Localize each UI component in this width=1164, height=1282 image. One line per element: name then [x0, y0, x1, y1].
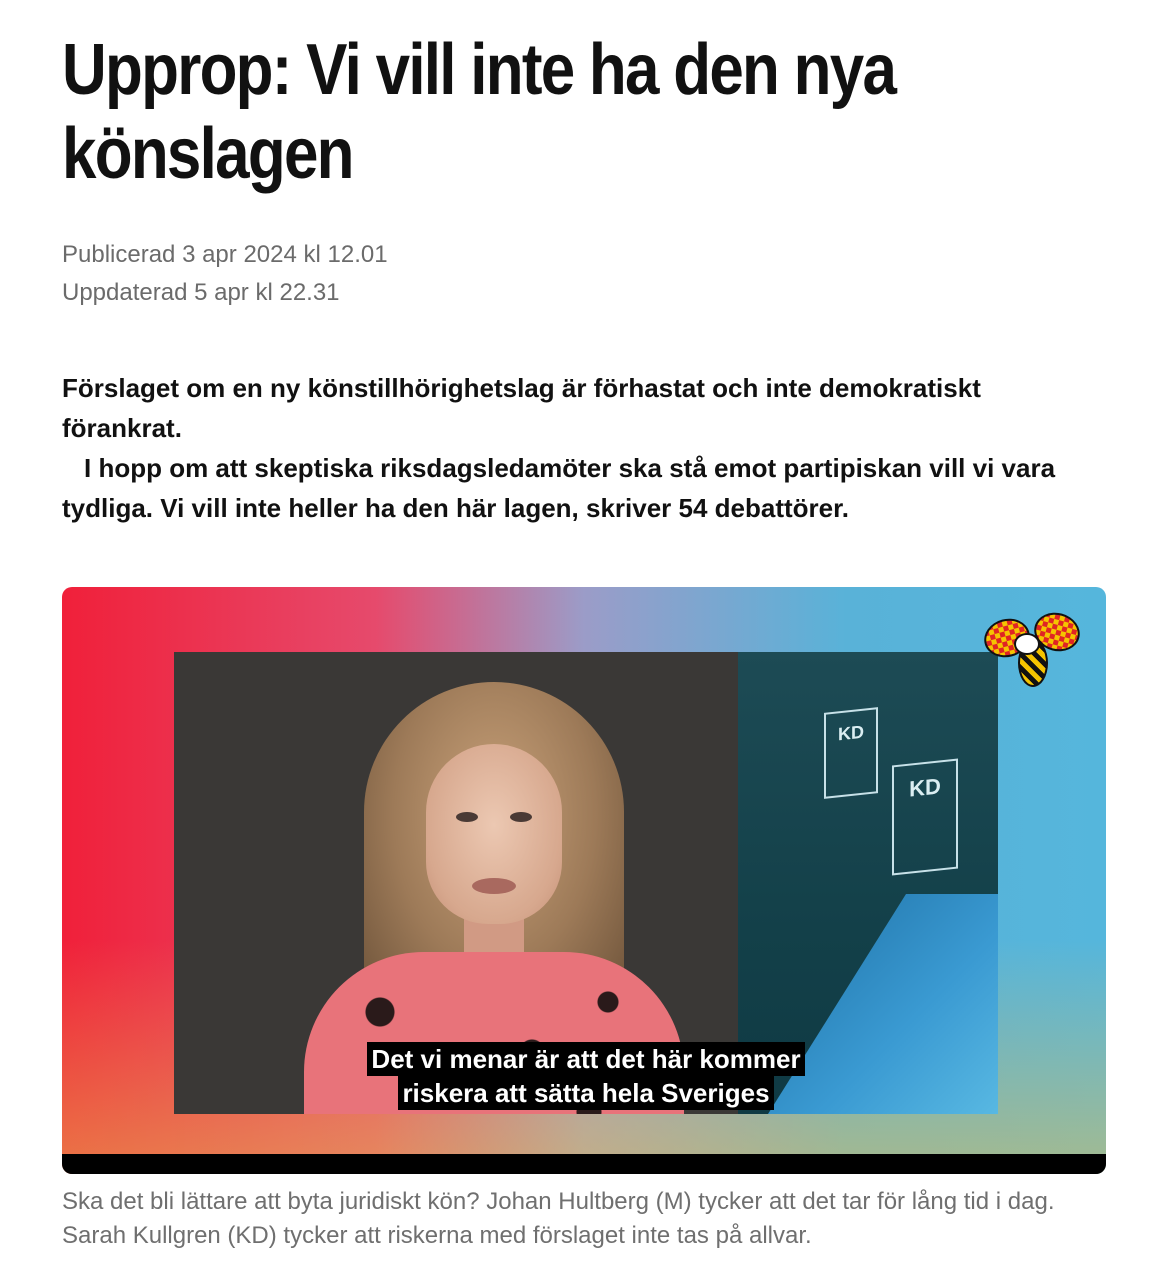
speaker-eye: [510, 812, 532, 822]
kd-sign-text: KD: [909, 773, 941, 802]
updated-date: Uppdaterad 5 apr kl 22.31: [62, 279, 340, 306]
video-frame[interactable]: KD KD Det vi menar är att det här kommer…: [174, 652, 998, 1114]
wasp-logo-icon: [979, 607, 1085, 687]
headline: Upprop: Vi vill inte ha den nya könslage…: [62, 30, 897, 194]
video-progress-bar[interactable]: [62, 1154, 1106, 1174]
video-player[interactable]: KD KD Det vi menar är att det här kommer…: [62, 587, 1106, 1174]
video-subtitles: Det vi menar är att det här kommer riske…: [174, 1042, 998, 1110]
lead-paragraph-1: Förslaget om en ny könstillhörighetslag …: [62, 373, 981, 443]
subtitle-line-1: Det vi menar är att det här kommer: [367, 1042, 805, 1076]
article: Upprop: Vi vill inte ha den nya könslage…: [62, 28, 1112, 1249]
speaker-mouth: [472, 878, 516, 894]
kd-sign: KD: [824, 707, 878, 799]
lead-paragraph-2: I hopp om att skeptiska riksdagsledamöte…: [62, 453, 1056, 523]
kd-sign: KD: [892, 758, 958, 876]
lead-text: Förslaget om en ny könstillhörighetslag …: [62, 368, 1102, 528]
published-date: Publicerad 3 apr 2024 kl 12.01: [62, 241, 388, 268]
subtitle-line-2: riskera att sätta hela Sveriges: [398, 1076, 774, 1110]
wasp-head: [1014, 633, 1040, 655]
image-caption: Ska det bli lättare att byta juridiskt k…: [62, 1188, 1055, 1249]
article-meta: Publicerad 3 apr 2024 kl 12.01 Uppdatera…: [62, 236, 388, 312]
kd-sign-text: KD: [838, 721, 864, 745]
speaker-eye: [456, 812, 478, 822]
speaker-face: [426, 744, 562, 924]
